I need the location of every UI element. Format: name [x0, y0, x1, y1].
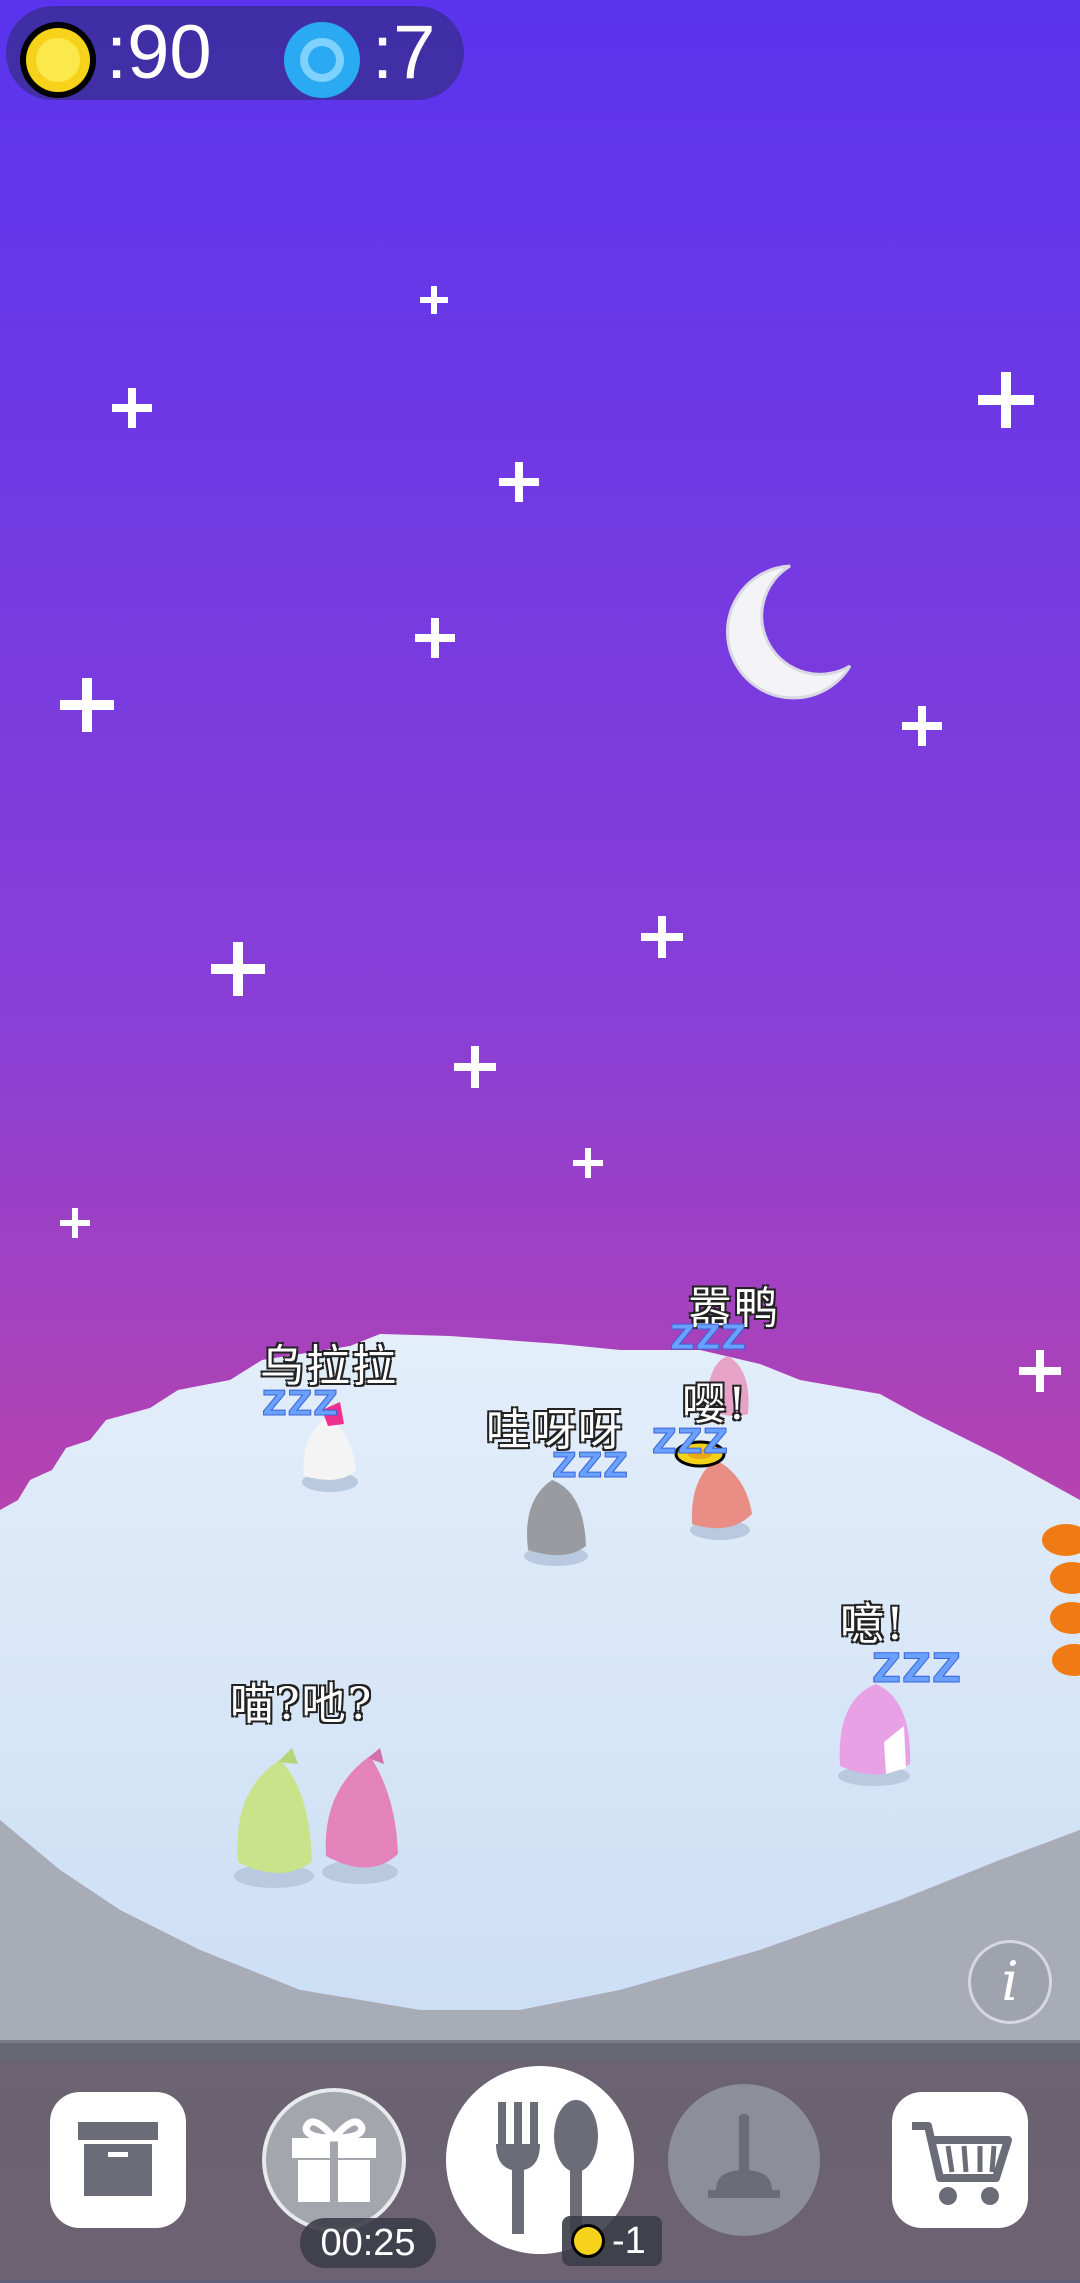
coin-icon [20, 22, 96, 98]
sleep-indicator: ZZZ [670, 1318, 747, 1359]
coin-count: :90 [106, 10, 212, 95]
plunger-icon [708, 2114, 780, 2198]
gem-count: :7 [372, 10, 436, 95]
gem-icon [284, 22, 360, 98]
pet-name-label: 噫! [839, 1598, 906, 1651]
feed-cost: -1 [562, 2216, 662, 2266]
clean-button[interactable] [668, 2084, 820, 2236]
archive-box-icon [78, 2122, 158, 2196]
night-sky-scene [0, 0, 1080, 2280]
feed-cost-value: -1 [612, 2220, 646, 2262]
coin-icon [571, 2224, 605, 2258]
info-button[interactable]: i [968, 1940, 1052, 2024]
gift-timer: 00:25 [300, 2218, 436, 2268]
info-icon: i [1001, 1950, 1019, 2013]
sleep-indicator: ZZZ [652, 1422, 729, 1463]
storage-button[interactable] [50, 2092, 186, 2228]
cart-icon [912, 2122, 1012, 2205]
pet-name-label: 喵?吔? [229, 1678, 374, 1731]
currency-display: :90 :7 [6, 6, 464, 100]
gift-icon [292, 2118, 376, 2202]
gift-button[interactable] [262, 2088, 406, 2232]
sleep-indicator: ZZZ [262, 1384, 339, 1425]
sleep-indicator: ZZZ [552, 1446, 629, 1487]
shop-button[interactable] [892, 2092, 1028, 2228]
sleep-indicator: ZZZ [871, 1646, 963, 1693]
